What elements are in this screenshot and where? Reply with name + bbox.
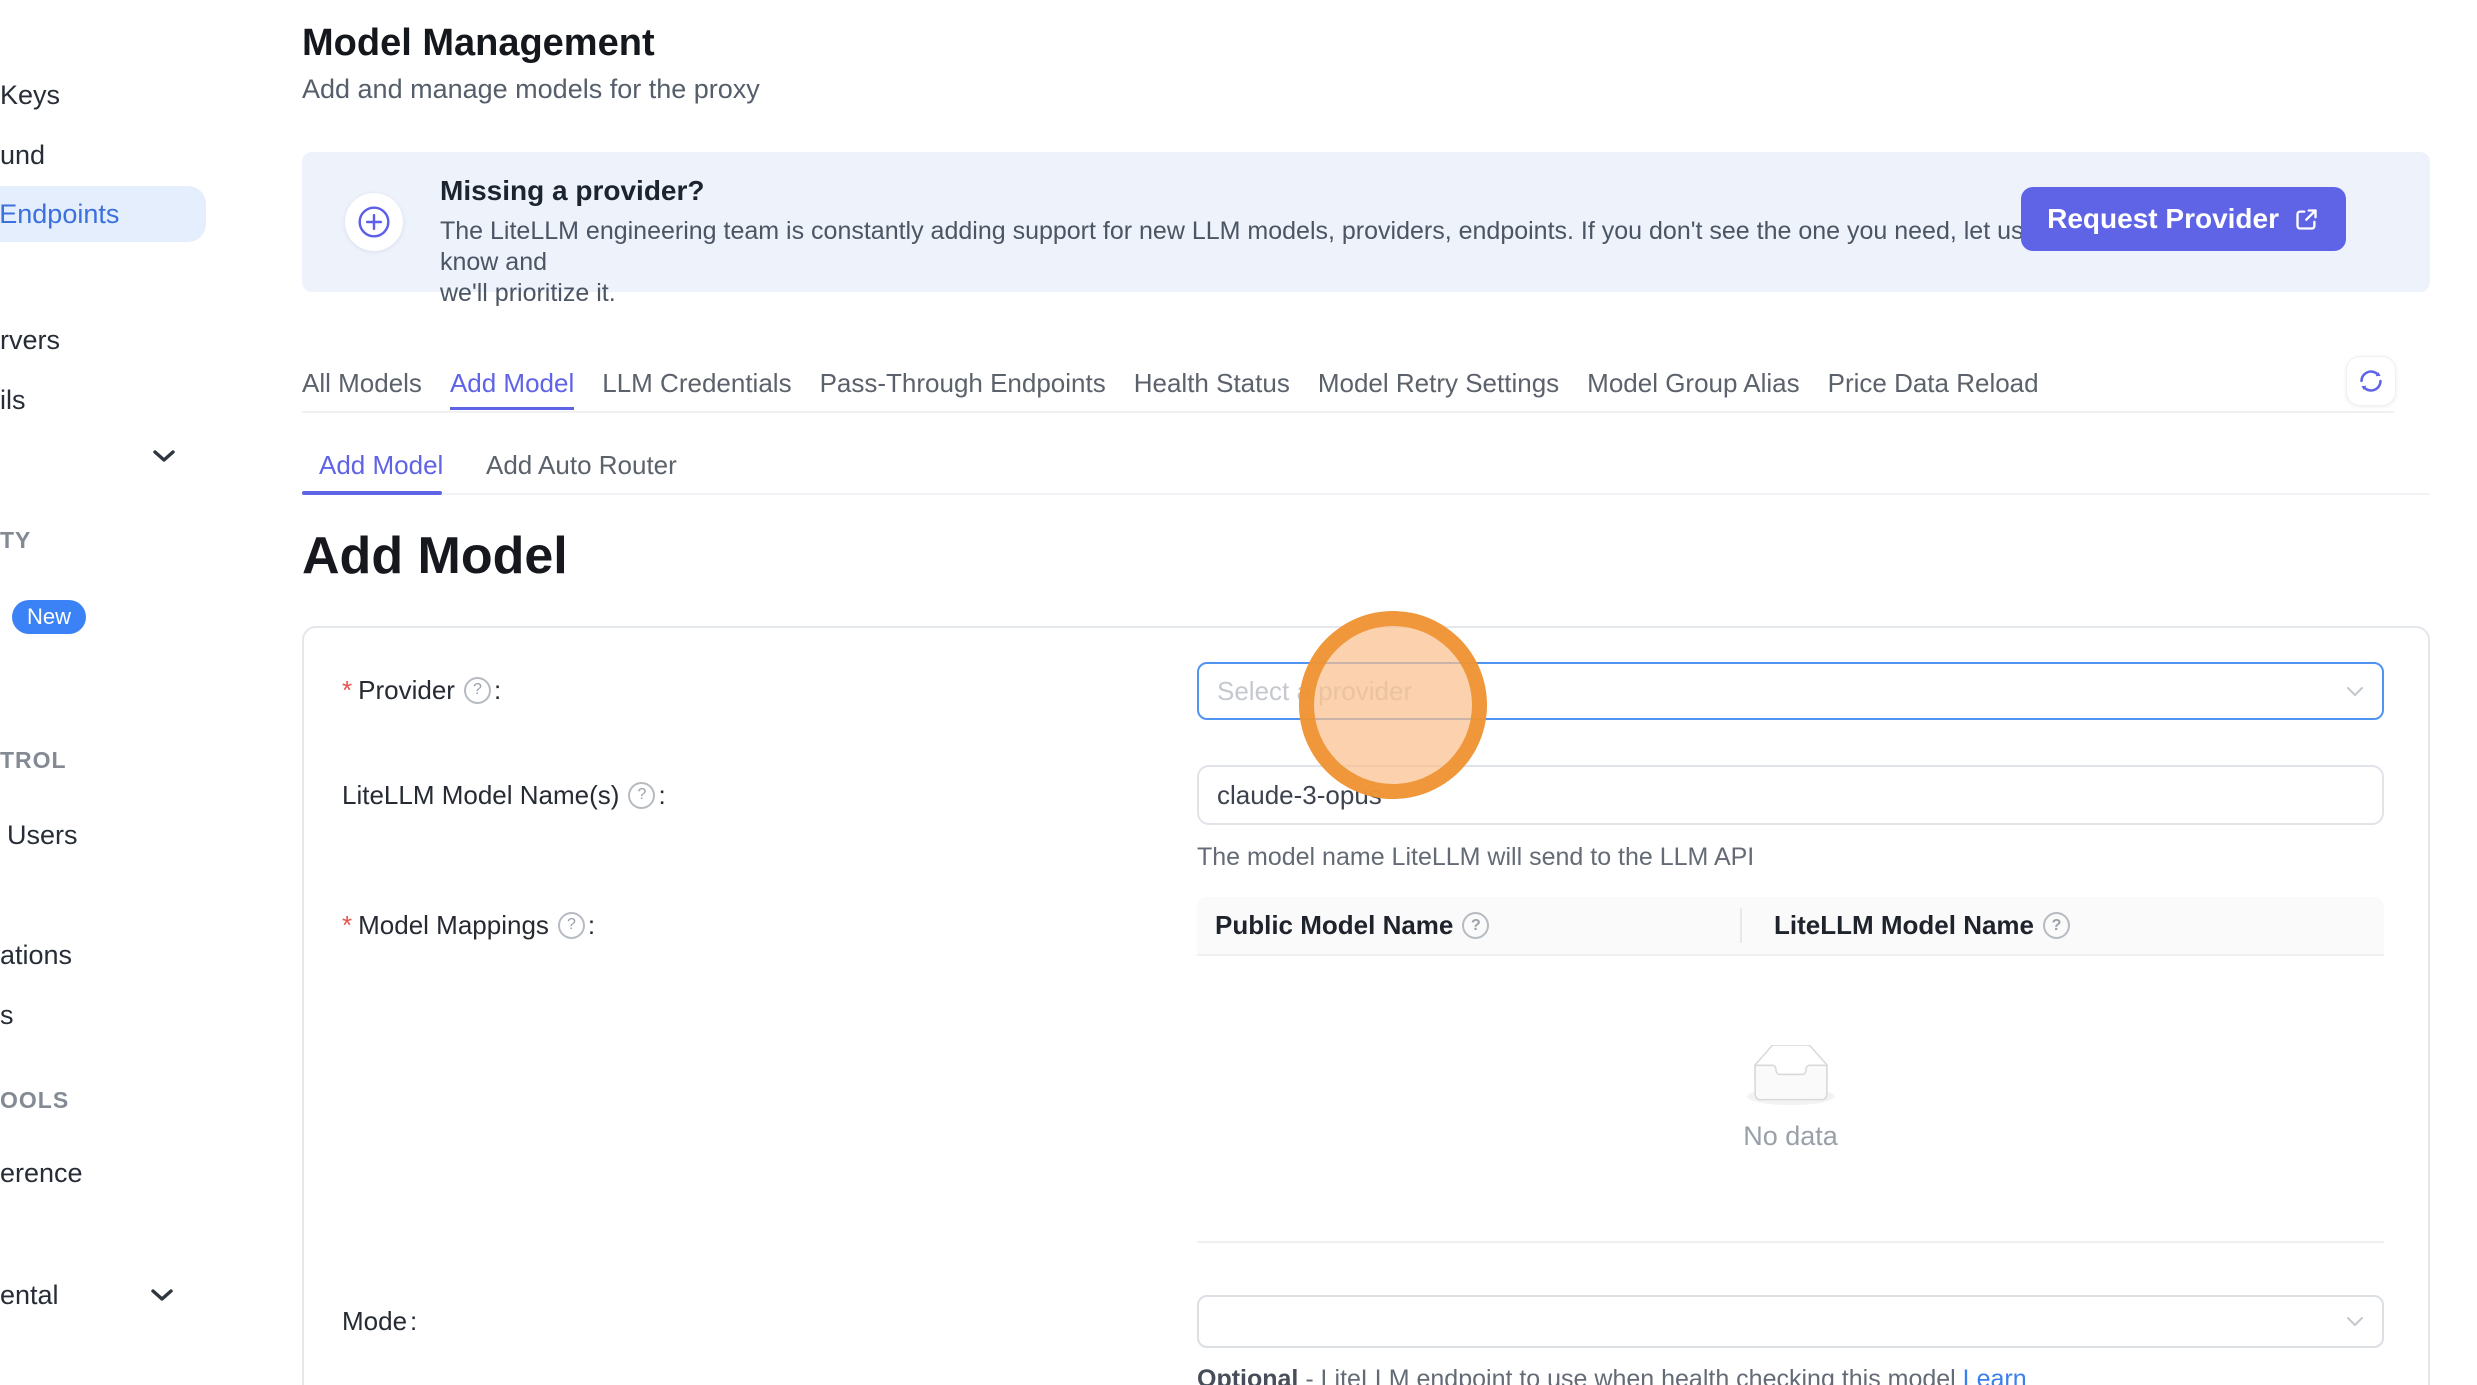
sidebar-item-playground[interactable]: und xyxy=(0,139,45,171)
mode-helper-text: - LiteLLM endpoint to use when health ch… xyxy=(1298,1365,1962,1385)
chevron-down-icon xyxy=(2346,1316,2364,1327)
provider-label-text: Provider xyxy=(358,674,455,706)
help-icon[interactable]: ? xyxy=(558,912,585,939)
tab-pass-through-endpoints[interactable]: Pass-Through Endpoints xyxy=(820,356,1106,410)
refresh-icon xyxy=(2356,366,2386,396)
sidebar-item-inference[interactable]: erence xyxy=(0,1157,83,1189)
help-icon[interactable]: ? xyxy=(464,677,491,704)
model-name-label: LiteLLM Model Name(s) ? : xyxy=(342,779,666,811)
chevron-down-icon[interactable] xyxy=(150,1288,174,1307)
column-litellm-model-name: LiteLLM Model Name ? xyxy=(1740,910,2070,941)
column-public-model-name: Public Model Name ? xyxy=(1197,910,1740,941)
sidebar-item-guardrails[interactable]: ils xyxy=(0,384,26,416)
tab-price-data-reload[interactable]: Price Data Reload xyxy=(1828,356,2039,410)
model-name-label-text: LiteLLM Model Name(s) xyxy=(342,779,619,811)
litellm-admin-page: Keys und + Endpoints rvers ils TY New TR… xyxy=(0,0,2477,1385)
help-icon[interactable]: ? xyxy=(628,782,655,809)
missing-provider-banner: Missing a provider? The LiteLLM engineer… xyxy=(302,152,2430,292)
label-colon: : xyxy=(588,909,595,941)
mode-select[interactable] xyxy=(1197,1295,2384,1348)
banner-body: The LiteLLM engineering team is constant… xyxy=(440,216,2040,309)
mappings-table-header: Public Model Name ? LiteLLM Model Name ? xyxy=(1197,897,2384,956)
add-model-heading: Add Model xyxy=(302,524,568,588)
learn-link[interactable]: Learn xyxy=(1963,1365,2027,1385)
tab-llm-credentials[interactable]: LLM Credentials xyxy=(602,356,791,410)
sidebar-item-endpoints-label: + Endpoints xyxy=(0,186,119,242)
mode-label: Mode : xyxy=(342,1305,417,1337)
tab-all-models[interactable]: All Models xyxy=(302,356,422,410)
model-tabs: All Models Add Model LLM Credentials Pas… xyxy=(302,356,2430,413)
provider-select[interactable]: Select a provider xyxy=(1197,662,2384,720)
provider-label: * Provider ? : xyxy=(342,674,501,706)
subtab-add-model[interactable]: Add Model xyxy=(319,440,443,490)
page-subtitle: Add and manage models for the proxy xyxy=(302,74,760,105)
sidebar-item-users[interactable]: Users xyxy=(7,819,78,851)
new-badge-label: New xyxy=(27,604,71,630)
add-model-subtabs: Add Model Add Auto Router xyxy=(302,440,2430,495)
mode-helper-optional: Optional xyxy=(1197,1365,1298,1385)
sidebar-item-keys[interactable]: Keys xyxy=(0,79,60,111)
required-asterisk: * xyxy=(342,674,352,706)
sidebar-section-tools: OOLS xyxy=(0,1087,69,1113)
sidebar-item-endpoints[interactable]: + Endpoints xyxy=(0,186,206,242)
tab-model-retry-settings[interactable]: Model Retry Settings xyxy=(1318,356,1559,410)
model-name-helper: The model name LiteLLM will send to the … xyxy=(1197,842,1754,872)
banner-body-line1: The LiteLLM engineering team is constant… xyxy=(440,217,2024,276)
sidebar-section-observability: TY xyxy=(0,527,31,553)
model-mappings-label-text: Model Mappings xyxy=(358,909,549,941)
model-name-input[interactable]: claude-3-opus xyxy=(1197,765,2384,825)
banner-title: Missing a provider? xyxy=(440,174,705,208)
request-provider-button[interactable]: Request Provider xyxy=(2021,187,2346,251)
required-asterisk: * xyxy=(342,909,352,941)
label-colon: : xyxy=(658,779,665,811)
tab-model-group-alias[interactable]: Model Group Alias xyxy=(1587,356,1799,410)
model-mappings-table: Public Model Name ? LiteLLM Model Name ? xyxy=(1197,897,2384,1243)
refresh-button[interactable] xyxy=(2346,356,2396,406)
model-mappings-label: * Model Mappings ? : xyxy=(342,909,595,941)
mode-helper: Optional - LiteLLM endpoint to use when … xyxy=(1197,1364,2027,1385)
subtab-ink-bar xyxy=(302,491,442,495)
tab-add-model[interactable]: Add Model xyxy=(450,356,574,410)
new-badge: New xyxy=(12,600,86,634)
model-name-value: claude-3-opus xyxy=(1199,780,2382,811)
column-public-label: Public Model Name xyxy=(1215,910,1453,941)
chevron-down-icon xyxy=(2346,686,2364,697)
request-provider-label: Request Provider xyxy=(2047,203,2279,235)
no-data-label: No data xyxy=(1743,1121,1838,1152)
empty-box-icon xyxy=(1741,1045,1841,1109)
help-icon[interactable]: ? xyxy=(2043,912,2070,939)
add-model-form-card: * Provider ? : Select a provider LiteLLM… xyxy=(302,626,2430,1385)
external-link-icon xyxy=(2293,206,2320,233)
tab-health-status[interactable]: Health Status xyxy=(1134,356,1290,410)
sidebar-item-experimental[interactable]: ental xyxy=(0,1279,59,1311)
sidebar-item-teams[interactable]: s xyxy=(0,999,14,1031)
column-litellm-label: LiteLLM Model Name xyxy=(1774,910,2034,941)
banner-body-line2: we'll prioritize it. xyxy=(440,279,616,307)
label-colon: : xyxy=(494,674,501,706)
subtab-add-auto-router[interactable]: Add Auto Router xyxy=(486,440,677,490)
provider-placeholder: Select a provider xyxy=(1199,676,2346,707)
label-colon: : xyxy=(410,1305,417,1337)
mode-label-text: Mode xyxy=(342,1305,407,1337)
sidebar-item-organizations[interactable]: ations xyxy=(0,939,72,971)
page-title: Model Management xyxy=(302,20,655,66)
sidebar-item-servers[interactable]: rvers xyxy=(0,324,60,356)
column-divider xyxy=(1740,908,1742,943)
plus-circle-icon xyxy=(345,193,403,251)
help-icon[interactable]: ? xyxy=(1462,912,1489,939)
tabs-divider xyxy=(302,411,2394,413)
chevron-down-icon[interactable] xyxy=(152,449,176,468)
mappings-empty-state: No data xyxy=(1197,956,2384,1243)
sidebar-section-access-control: TROL xyxy=(0,747,67,773)
